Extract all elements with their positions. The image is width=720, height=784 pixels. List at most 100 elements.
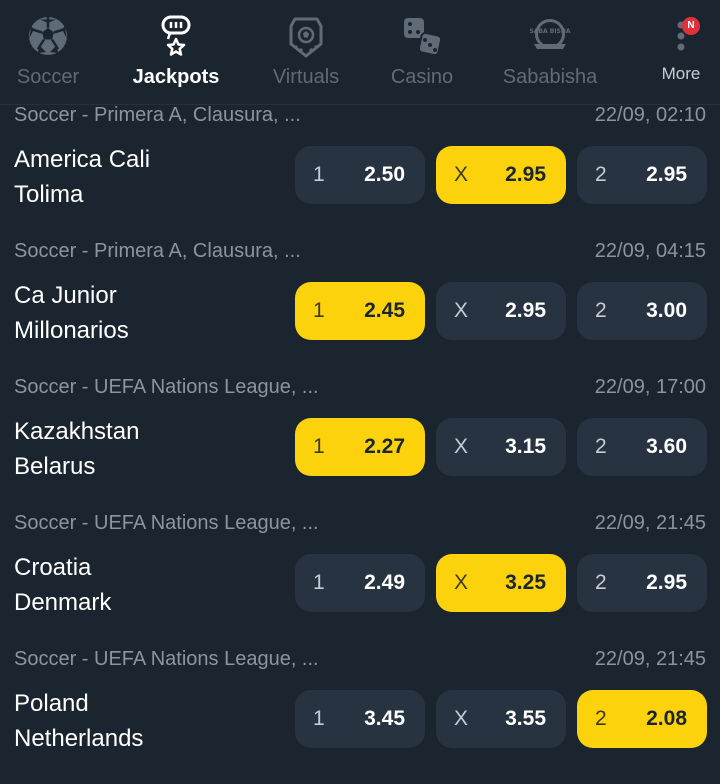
odd-button-draw[interactable]: X 2.95 <box>436 282 566 340</box>
virtuals-icon <box>289 17 323 58</box>
odd-value: 3.60 <box>646 435 687 458</box>
odd-label: X <box>454 435 469 458</box>
sababisha-logo-text: SABA BISHA <box>529 28 570 35</box>
nav-label-virtuals: Virtuals <box>272 66 340 88</box>
odd-label: 1 <box>313 163 325 186</box>
league-name: Soccer - UEFA Nations League, ... <box>14 376 319 398</box>
odd-label: 2 <box>595 163 607 186</box>
away-team: Netherlands <box>14 725 144 752</box>
odd-value: 3.45 <box>364 707 405 730</box>
nav-label-soccer: Soccer <box>16 66 80 88</box>
match-teams[interactable]: America Cali Tolima <box>14 142 284 212</box>
soccer-ball-icon <box>29 17 67 55</box>
odd-label: 1 <box>313 299 325 322</box>
jackpot-icon <box>161 15 191 56</box>
odd-value: 3.25 <box>505 571 546 594</box>
match-teams[interactable]: Ca Junior Millonarios <box>14 278 284 348</box>
odd-label: 1 <box>313 435 325 458</box>
nav-item-sababisha[interactable]: SABA BISHA Sababisha <box>490 0 610 104</box>
odd-button-away[interactable]: 2 2.95 <box>577 146 707 204</box>
away-team: Belarus <box>14 453 96 480</box>
kickoff-time: 22/09, 02:10 <box>594 104 706 126</box>
kickoff-time: 22/09, 04:15 <box>594 240 706 262</box>
match-meta: Soccer - Primera A, Clausura, ... 22/09,… <box>14 104 706 132</box>
match-row: Soccer - UEFA Nations League, ... 22/09,… <box>0 648 720 784</box>
nav-label-jackpots: Jackpots <box>132 66 220 88</box>
nav-label-sababisha: Sababisha <box>502 66 598 88</box>
nav-label-casino: Casino <box>390 66 454 88</box>
dice-icon <box>404 18 443 57</box>
odd-value: 2.50 <box>364 163 405 186</box>
match-meta: Soccer - Primera A, Clausura, ... 22/09,… <box>14 240 706 268</box>
odd-button-away[interactable]: 2 2.95 <box>577 554 707 612</box>
match-teams[interactable]: Croatia Denmark <box>14 550 284 620</box>
away-team: Denmark <box>14 589 112 616</box>
nav-item-casino[interactable]: Casino <box>374 0 470 104</box>
odd-button-home[interactable]: 1 3.45 <box>295 690 425 748</box>
home-team: Croatia <box>14 554 92 581</box>
odd-button-home[interactable]: 1 2.49 <box>295 554 425 612</box>
odd-button-draw[interactable]: X 3.25 <box>436 554 566 612</box>
match-meta: Soccer - UEFA Nations League, ... 22/09,… <box>14 376 706 404</box>
odd-button-home[interactable]: 1 2.27 <box>295 418 425 476</box>
match-teams[interactable]: Kazakhstan Belarus <box>14 414 284 484</box>
odd-value: 2.49 <box>364 571 405 594</box>
odd-value: 2.08 <box>646 707 687 730</box>
kickoff-time: 22/09, 21:45 <box>594 512 706 534</box>
odd-button-draw[interactable]: X 3.55 <box>436 690 566 748</box>
kickoff-time: 22/09, 17:00 <box>594 376 706 398</box>
sababisha-icon: SABA BISHA <box>529 19 571 49</box>
nav-item-jackpots[interactable]: Jackpots <box>120 0 232 104</box>
odd-button-away[interactable]: 2 2.08 <box>577 690 707 748</box>
odd-label: 2 <box>595 435 607 458</box>
nav-item-soccer[interactable]: Soccer <box>0 0 96 104</box>
odd-value: 3.00 <box>646 299 687 322</box>
league-name: Soccer - UEFA Nations League, ... <box>14 512 319 534</box>
odd-label: X <box>454 571 469 594</box>
nav-item-more[interactable]: N More <box>640 0 720 104</box>
home-team: America Cali <box>14 146 151 173</box>
odd-label: X <box>454 299 469 322</box>
odd-button-away[interactable]: 2 3.60 <box>577 418 707 476</box>
odd-value: 2.95 <box>646 163 687 186</box>
odd-value: 2.95 <box>505 299 546 322</box>
odd-value: 2.95 <box>646 571 687 594</box>
odd-label: 2 <box>595 571 607 594</box>
home-team: Poland <box>14 690 89 717</box>
top-navigation: Soccer Jackpots Virtuals Casino SABA BIS… <box>0 0 720 105</box>
nav-item-virtuals[interactable]: Virtuals <box>258 0 354 104</box>
away-team: Millonarios <box>14 317 129 344</box>
odd-button-away[interactable]: 2 3.00 <box>577 282 707 340</box>
nav-label-more: More <box>661 64 701 83</box>
odd-value: 2.27 <box>364 435 405 458</box>
league-name: Soccer - Primera A, Clausura, ... <box>14 240 301 262</box>
league-name: Soccer - UEFA Nations League, ... <box>14 648 319 670</box>
notification-badge: N <box>682 17 700 35</box>
odd-value: 2.45 <box>364 299 405 322</box>
odd-label: X <box>454 163 469 186</box>
league-name: Soccer - Primera A, Clausura, ... <box>14 104 301 126</box>
match-row: Soccer - Primera A, Clausura, ... 22/09,… <box>0 240 720 376</box>
odd-label: 1 <box>313 571 325 594</box>
match-meta: Soccer - UEFA Nations League, ... 22/09,… <box>14 512 706 540</box>
match-teams[interactable]: Poland Netherlands <box>14 686 284 756</box>
odd-button-home[interactable]: 1 2.50 <box>295 146 425 204</box>
match-row: Soccer - UEFA Nations League, ... 22/09,… <box>0 376 720 512</box>
match-meta: Soccer - UEFA Nations League, ... 22/09,… <box>14 648 706 676</box>
match-row: Soccer - Primera A, Clausura, ... 22/09,… <box>0 104 720 240</box>
odd-value: 3.55 <box>505 707 546 730</box>
odd-label: 2 <box>595 707 607 730</box>
odd-label: 1 <box>313 707 325 730</box>
odd-value: 2.95 <box>505 163 546 186</box>
odd-button-draw[interactable]: X 3.15 <box>436 418 566 476</box>
home-team: Kazakhstan <box>14 418 140 445</box>
home-team: Ca Junior <box>14 282 117 309</box>
match-row: Soccer - UEFA Nations League, ... 22/09,… <box>0 512 720 648</box>
away-team: Tolima <box>14 181 84 208</box>
odd-label: 2 <box>595 299 607 322</box>
kickoff-time: 22/09, 21:45 <box>594 648 706 670</box>
odd-label: X <box>454 707 469 730</box>
odd-value: 3.15 <box>505 435 546 458</box>
odd-button-home[interactable]: 1 2.45 <box>295 282 425 340</box>
odd-button-draw[interactable]: X 2.95 <box>436 146 566 204</box>
